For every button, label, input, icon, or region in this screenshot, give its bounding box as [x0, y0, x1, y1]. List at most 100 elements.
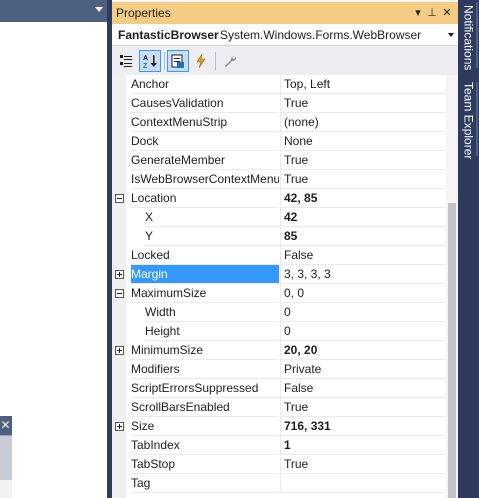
- property-row[interactable]: TabStop True: [112, 455, 446, 474]
- close-icon[interactable]: ✕: [441, 5, 453, 20]
- chevron-down-icon[interactable]: [95, 7, 103, 12]
- expand-icon[interactable]: [115, 422, 124, 431]
- object-name: FantasticBrowser: [118, 28, 219, 42]
- property-name: IsWebBrowserContextMenu: [131, 170, 279, 189]
- property-row[interactable]: Width 0: [112, 303, 446, 322]
- property-row[interactable]: Dock None: [112, 132, 446, 151]
- property-name: Size: [131, 417, 279, 436]
- property-value[interactable]: 42, 85: [280, 189, 446, 208]
- property-value[interactable]: 716, 331: [280, 417, 446, 436]
- pin-icon[interactable]: ⊥: [426, 5, 438, 20]
- events-icon[interactable]: [190, 50, 212, 72]
- designer-pane[interactable]: ✕: [0, 0, 107, 498]
- property-row-size[interactable]: Size 716, 331: [112, 417, 446, 436]
- collapse-icon[interactable]: [115, 289, 124, 298]
- property-value[interactable]: Private: [280, 360, 446, 379]
- expand-icon[interactable]: [115, 346, 124, 355]
- property-name: Width: [145, 303, 279, 322]
- property-value[interactable]: Top, Left: [280, 75, 446, 94]
- property-row-maximumsize[interactable]: MaximumSize 0, 0: [112, 284, 446, 303]
- object-type: System.Windows.Forms.WebBrowser: [220, 28, 422, 42]
- property-name: Margin: [131, 265, 279, 284]
- property-row[interactable]: Locked False: [112, 246, 446, 265]
- property-value[interactable]: False: [280, 379, 446, 398]
- property-value[interactable]: 1: [280, 436, 446, 455]
- window-position-dropdown-icon[interactable]: ▾: [412, 5, 424, 20]
- property-row[interactable]: TabIndex 1: [112, 436, 446, 455]
- property-value[interactable]: 20, 20: [280, 341, 446, 360]
- tab-team-explorer-label: Team Explorer: [461, 82, 476, 160]
- svg-text:Z: Z: [143, 63, 148, 69]
- tab-notifications-label: Notifications: [461, 5, 476, 71]
- toolbar-separator: [164, 52, 165, 70]
- scrollbar-thumb[interactable]: [448, 203, 456, 498]
- property-name: Anchor: [131, 75, 279, 94]
- property-row[interactable]: ScrollBarsEnabled True: [112, 398, 446, 417]
- categorized-icon[interactable]: [115, 50, 137, 72]
- property-value[interactable]: [280, 474, 446, 493]
- property-value[interactable]: False: [280, 246, 446, 265]
- floating-window: ✕: [0, 416, 12, 498]
- property-name: ScriptErrorsSuppressed: [131, 379, 279, 398]
- property-value[interactable]: True: [280, 455, 446, 474]
- ide-window: ✕ Properties ▾ ⊥ ✕ FantasticBrowser Syst…: [0, 0, 479, 498]
- property-value[interactable]: True: [280, 94, 446, 113]
- property-value[interactable]: True: [280, 151, 446, 170]
- expand-icon[interactable]: [115, 270, 124, 279]
- close-icon[interactable]: ✕: [0, 417, 11, 433]
- property-pages-icon[interactable]: [219, 50, 241, 72]
- designer-tab-header: [0, 0, 107, 22]
- property-value[interactable]: 0: [280, 303, 446, 322]
- floating-window-content: [0, 480, 12, 498]
- properties-icon[interactable]: [167, 50, 189, 72]
- property-value[interactable]: 0: [280, 322, 446, 341]
- property-value[interactable]: True: [280, 398, 446, 417]
- property-name: TabStop: [131, 455, 279, 474]
- collapse-icon[interactable]: [115, 194, 124, 203]
- property-row[interactable]: ContextMenuStrip (none): [112, 113, 446, 132]
- toolbar-separator: [215, 52, 216, 70]
- chevron-down-icon[interactable]: [448, 33, 454, 37]
- property-name: TabIndex: [131, 436, 279, 455]
- property-name: Modifiers: [131, 360, 279, 379]
- property-name: X: [145, 208, 279, 227]
- properties-window: Properties ▾ ⊥ ✕ FantasticBrowser System…: [112, 0, 458, 498]
- property-row[interactable]: Tag: [112, 474, 446, 493]
- property-row[interactable]: X 42: [112, 208, 446, 227]
- properties-title: Properties: [116, 6, 171, 20]
- property-grid: Anchor Top, Left CausesValidation True C…: [112, 75, 458, 498]
- property-name: ContextMenuStrip: [131, 113, 279, 132]
- property-value[interactable]: 3, 3, 3, 3: [280, 265, 446, 284]
- property-name: MinimumSize: [131, 341, 279, 360]
- property-value[interactable]: 85: [280, 227, 446, 246]
- svg-text:A: A: [143, 55, 148, 62]
- property-row-margin[interactable]: Margin 3, 3, 3, 3: [112, 265, 446, 284]
- property-value[interactable]: 0, 0: [280, 284, 446, 303]
- property-value[interactable]: 42: [280, 208, 446, 227]
- property-row[interactable]: ScriptErrorsSuppressed False: [112, 379, 446, 398]
- tab-indicator: [476, 2, 478, 68]
- property-row[interactable]: IsWebBrowserContextMenu True: [112, 170, 446, 189]
- properties-titlebar[interactable]: Properties ▾ ⊥ ✕: [112, 2, 458, 24]
- side-tab-strip: Notifications Team Explorer: [458, 0, 479, 498]
- vertical-scrollbar[interactable]: [446, 75, 458, 498]
- alphabetical-icon[interactable]: A Z: [139, 50, 161, 72]
- property-name: Tag: [131, 474, 279, 493]
- property-value[interactable]: (none): [280, 113, 446, 132]
- property-row[interactable]: CausesValidation True: [112, 94, 446, 113]
- property-value[interactable]: True: [280, 170, 446, 189]
- property-name: Locked: [131, 246, 279, 265]
- properties-toolbar: A Z: [112, 47, 458, 75]
- property-row[interactable]: Height 0: [112, 322, 446, 341]
- property-row[interactable]: Anchor Top, Left: [112, 75, 446, 94]
- floating-window-body: [0, 435, 12, 480]
- property-row-location[interactable]: Location 42, 85: [112, 189, 446, 208]
- property-value[interactable]: None: [280, 132, 446, 151]
- property-name: Height: [145, 322, 279, 341]
- property-row[interactable]: GenerateMember True: [112, 151, 446, 170]
- tab-indicator: [476, 82, 478, 156]
- property-row[interactable]: Modifiers Private: [112, 360, 446, 379]
- object-selector[interactable]: FantasticBrowser System.Windows.Forms.We…: [112, 24, 458, 46]
- property-row-minimumsize[interactable]: MinimumSize 20, 20: [112, 341, 446, 360]
- property-row[interactable]: Y 85: [112, 227, 446, 246]
